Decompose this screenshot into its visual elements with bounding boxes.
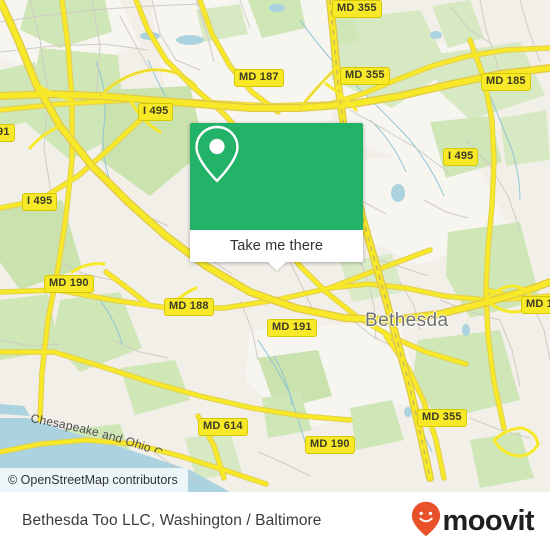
road-shield: MD 188 [164,298,214,316]
road-shield: MD 1 [521,296,550,314]
road-shield: MD 355 [417,409,467,427]
osm-attribution[interactable]: © OpenStreetMap contributors [0,468,188,492]
road-shield: MD 185 [481,73,531,91]
moovit-wordmark: moovit [442,504,535,537]
road-shield: MD 190 [305,436,355,454]
map-canvas[interactable]: MD 355 MD 187 MD 355 MD 185 I 495 I 495 … [0,0,550,492]
moovit-logo[interactable]: moovit [411,501,535,542]
popup-header [190,123,363,230]
location-popup-card[interactable]: Take me there [190,123,363,271]
map-screenshot: MD 355 MD 187 MD 355 MD 185 I 495 I 495 … [0,0,550,550]
road-shield: MD 355 [332,0,382,18]
place-label-bethesda: Bethesda [365,310,449,331]
road-shield: I 495 [443,148,479,166]
road-shield: MD 355 [340,67,390,85]
footer-bar: Bethesda Too LLC, Washington / Baltimore… [0,492,550,550]
location-title: Bethesda Too LLC, Washington / Baltimore [22,512,322,529]
road-shield: I 495 [22,193,58,211]
take-me-there-button[interactable]: Take me there [230,238,323,254]
road-shield: I 495 [138,103,174,121]
popup-footer[interactable]: Take me there [190,230,363,271]
road-shield: MD 190 [44,275,94,293]
road-shield: MD 187 [234,69,284,87]
popup-tail-pointer [266,261,287,271]
moovit-smiley-pin-icon [411,501,441,542]
road-shield: MD 191 [267,319,317,337]
road-shield: 91 [0,124,15,142]
road-shield: MD 614 [198,418,248,436]
